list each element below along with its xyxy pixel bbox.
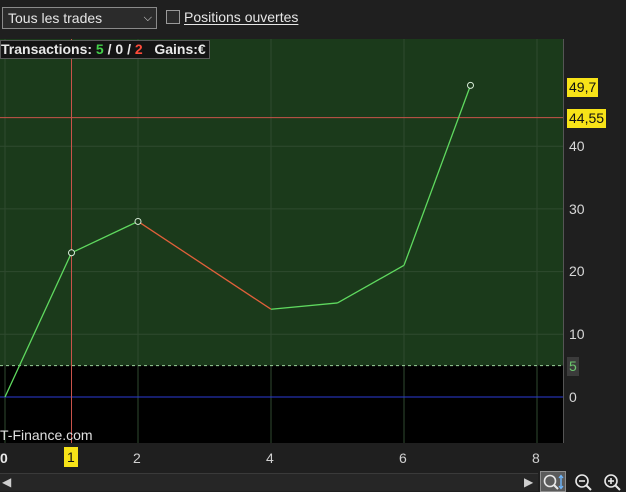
x-tick-label: 8 xyxy=(532,450,540,466)
stats-separator: / xyxy=(103,41,116,57)
x-tick-label: 0 xyxy=(0,450,8,466)
losing-trades-count: 2 xyxy=(134,41,143,57)
zoom-auto-button[interactable] xyxy=(540,471,566,492)
chevron-down-icon: ⌵ xyxy=(143,12,152,24)
y-tick-label: 0 xyxy=(569,389,577,405)
open-positions-checkbox[interactable] xyxy=(166,10,180,24)
trade-marker xyxy=(134,217,142,225)
y-tick-label: 40 xyxy=(569,138,585,154)
gains-unit: € xyxy=(197,41,206,57)
trade-marker xyxy=(467,81,474,89)
zoom-out-icon xyxy=(575,473,592,491)
crosshair-value-tag: 44,55 xyxy=(567,109,607,128)
equity-chart-svg xyxy=(0,39,564,443)
plot-positive-area xyxy=(0,39,563,366)
zoom-in-icon xyxy=(604,473,621,491)
winning-trades-count: 5 xyxy=(95,41,104,57)
current-value-tag: 49,7 xyxy=(567,78,599,97)
toolbar: Tous les trades ⌵ Positions ouvertes xyxy=(0,0,626,38)
crosshair-x-tag: 1 xyxy=(64,447,78,467)
y-tick-label: 30 xyxy=(569,201,585,217)
x-tick-label: 2 xyxy=(133,450,141,466)
zoom-out-button[interactable] xyxy=(571,471,597,492)
transactions-label: Transactions: xyxy=(1,41,93,57)
stats-separator: / xyxy=(123,41,135,57)
trade-marker xyxy=(68,249,75,257)
y-tick-label: 20 xyxy=(569,263,585,279)
equity-chart[interactable] xyxy=(0,39,626,469)
scrollbar-track[interactable] xyxy=(14,479,520,487)
threshold-value-tag: 5 xyxy=(567,357,579,376)
gains-label: Gains: xyxy=(154,41,198,57)
x-tick-label: 6 xyxy=(399,450,407,466)
y-tick-label: 10 xyxy=(569,326,585,342)
trades-filter-value: Tous les trades xyxy=(8,10,103,26)
zoom-fit-icon xyxy=(543,474,564,490)
scroll-left-icon[interactable]: ◀ xyxy=(2,475,11,489)
x-tick-label: 4 xyxy=(266,450,274,466)
transactions-summary: Transactions: 5 / 0 / 2 Gains:€ xyxy=(0,40,210,59)
horizontal-scrollbar[interactable]: ◀ ▶ xyxy=(0,473,538,491)
open-positions-label[interactable]: Positions ouvertes xyxy=(184,9,298,25)
trades-filter-select[interactable]: Tous les trades ⌵ xyxy=(2,7,157,29)
watermark: T-Finance.com xyxy=(0,427,93,443)
scroll-right-icon[interactable]: ▶ xyxy=(524,475,533,489)
zoom-in-button[interactable] xyxy=(600,471,626,492)
